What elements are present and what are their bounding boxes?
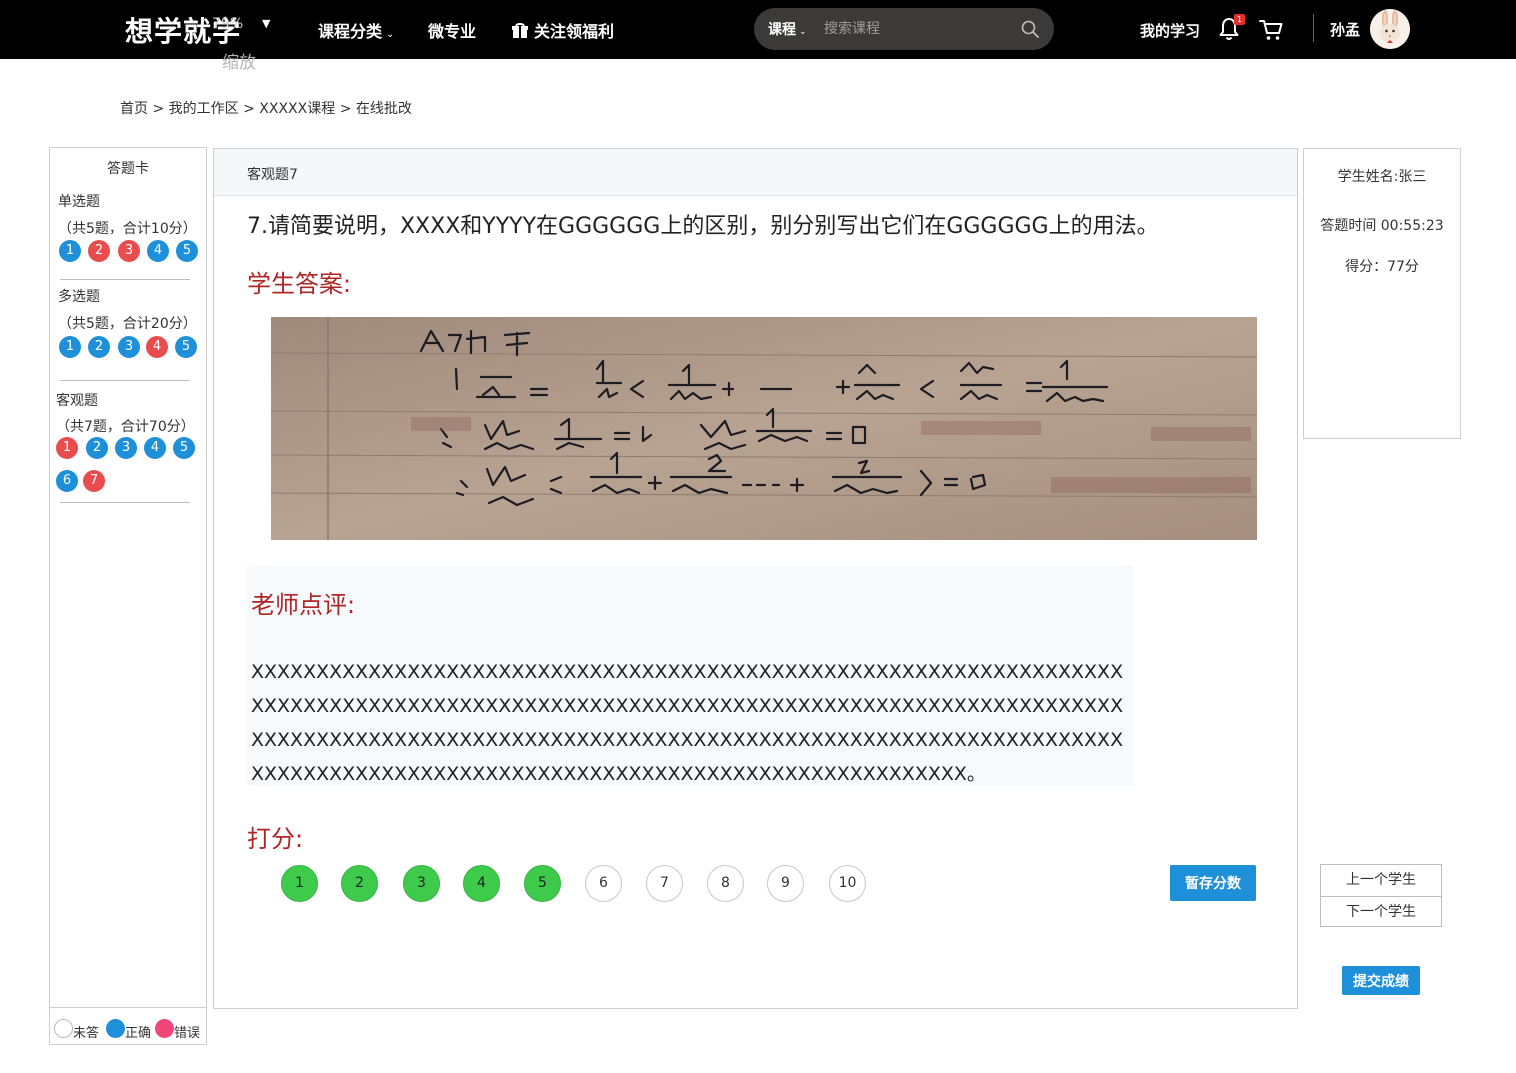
question-number-dot[interactable]: 3: [118, 336, 140, 358]
legend-correct-label: 正确: [125, 1026, 152, 1041]
username[interactable]: 孙孟: [1330, 19, 1360, 40]
score-title: 打分:: [247, 825, 304, 853]
student-answer-title: 学生答案:: [247, 270, 352, 298]
search-icon[interactable]: [1020, 19, 1040, 39]
cart-icon[interactable]: [1258, 18, 1284, 42]
search-bar: 课程 ⌄: [754, 8, 1054, 50]
question-number-dot[interactable]: 1: [56, 437, 78, 459]
nav-course-category-label: 课程分类: [318, 22, 383, 41]
question-header-title: 客观题7: [247, 167, 298, 183]
question-text: 7.请简要说明，XXXX和YYYY在GGGGGG上的区别，别分别写出它们在GGG…: [247, 214, 1159, 239]
score-option[interactable]: 2: [341, 865, 378, 902]
search-category-select[interactable]: 课程 ⌄: [768, 19, 807, 39]
nav-follow-benefits[interactable]: 关注领福利: [512, 18, 614, 42]
breadcrumb-course[interactable]: XXXXX课程: [259, 101, 335, 117]
score-option[interactable]: 9: [767, 865, 804, 902]
question-number-dot[interactable]: 4: [144, 437, 166, 459]
score-option[interactable]: 8: [707, 865, 744, 902]
student-score: 得分：77分: [1345, 259, 1419, 275]
nav-micro-major[interactable]: 微专业: [428, 18, 476, 42]
single-choice-title: 单选题: [58, 194, 100, 210]
score-option[interactable]: 7: [646, 865, 683, 902]
notification-badge: 1: [1234, 14, 1245, 25]
section-divider: [60, 380, 190, 381]
prev-student-button[interactable]: 上一个学生: [1321, 865, 1441, 895]
breadcrumb-workspace[interactable]: 我的工作区: [169, 101, 239, 117]
answer-card-panel: 答题卡 单选题 （共5题，合计10分） 12345 多选题 （共5题，合计20分…: [49, 147, 207, 1045]
nav-follow-benefits-label: 关注领福利: [534, 22, 615, 41]
chevron-down-icon: ⌄: [799, 27, 807, 37]
section-divider: [60, 279, 190, 280]
search-category-label: 课程: [768, 22, 796, 38]
question-number-dot[interactable]: 4: [146, 336, 168, 358]
teacher-comment-text[interactable]: XXXXXXXXXXXXXXXXXXXXXXXXXXXXXXXXXXXXXXXX…: [251, 655, 1131, 791]
student-name: 学生姓名:张三: [1337, 169, 1427, 185]
question-number-dot[interactable]: 1: [59, 336, 81, 358]
nav-course-category[interactable]: 课程分类 ⌄: [318, 18, 394, 42]
question-header: 客观题7: [214, 149, 1297, 196]
question-number-dot[interactable]: 5: [175, 336, 197, 358]
grading-panel: 客观题7 7.请简要说明，XXXX和YYYY在GGGGGG上的区别，别分别写出它…: [213, 148, 1298, 1009]
score-option[interactable]: 5: [524, 865, 561, 902]
breadcrumb-separator: >: [243, 101, 255, 117]
breadcrumb-home[interactable]: 首页: [120, 101, 148, 117]
objective-subtitle: （共7题，合计70分）: [56, 419, 195, 435]
multi-choice-title: 多选题: [58, 289, 100, 305]
student-info-panel: 学生姓名:张三 答题时间 00:55:23 得分：77分: [1303, 148, 1461, 439]
question-number-dot[interactable]: 2: [86, 437, 108, 459]
multi-choice-subtitle: （共5题，合计20分）: [58, 316, 197, 332]
answer-legend: 未答 正确 错误: [50, 1007, 206, 1044]
question-number-dot[interactable]: 2: [88, 240, 110, 262]
teacher-comment-title: 老师点评:: [251, 591, 356, 619]
legend-correct-dot: [106, 1019, 125, 1038]
question-number-dot[interactable]: 7: [83, 470, 105, 492]
score-option[interactable]: 1: [281, 865, 318, 902]
single-choice-subtitle: （共5题，合计10分）: [58, 221, 197, 237]
legend-wrong-label: 错误: [174, 1026, 201, 1041]
score-option[interactable]: 3: [403, 865, 440, 902]
score-option[interactable]: 6: [585, 865, 622, 902]
score-option[interactable]: 10: [829, 865, 866, 902]
question-number-dot[interactable]: 2: [88, 336, 110, 358]
caret-down-icon[interactable]: ▼: [262, 17, 270, 30]
breadcrumb-current: 在线批改: [355, 101, 412, 117]
chevron-down-icon: ⌄: [386, 29, 395, 40]
question-number-dot[interactable]: 3: [118, 240, 140, 262]
objective-title: 客观题: [56, 393, 98, 409]
breadcrumb: 首页 > 我的工作区 > XXXXX课程 > 在线批改: [120, 98, 412, 118]
section-divider: [60, 502, 190, 503]
submit-grades-button[interactable]: 提交成绩: [1342, 966, 1420, 995]
my-learning-link[interactable]: 我的学习: [1140, 20, 1200, 41]
save-score-button[interactable]: 暂存分数: [1170, 865, 1256, 901]
student-nav-group: 上一个学生 下一个学生: [1320, 864, 1442, 927]
gift-icon: [512, 23, 528, 38]
answer-card-title: 答题卡: [107, 161, 149, 177]
breadcrumb-separator: >: [152, 101, 165, 117]
question-number-dot[interactable]: 6: [56, 470, 78, 492]
legend-unanswered-dot: [54, 1019, 73, 1038]
answer-time: 答题时间 00:55:23: [1320, 218, 1444, 234]
question-number-dot[interactable]: 1: [59, 240, 81, 262]
question-number-dot[interactable]: 5: [176, 240, 198, 262]
zoom-label: 缩放: [222, 53, 256, 73]
question-number-dot[interactable]: 3: [115, 437, 137, 459]
header-divider: [1313, 14, 1314, 42]
rabbit-avatar-icon: [1370, 9, 1410, 49]
breadcrumb-separator: >: [339, 101, 352, 117]
question-number-dot[interactable]: 4: [147, 240, 169, 262]
student-answer-image: [271, 317, 1257, 540]
score-option[interactable]: 4: [463, 865, 500, 902]
logo-tip: 79%: [212, 16, 244, 32]
avatar[interactable]: [1370, 9, 1410, 49]
nav-micro-major-label: 微专业: [428, 22, 477, 41]
teacher-comment-box: 老师点评: XXXXXXXXXXXXXXXXXXXXXXXXXXXXXXXXXX…: [247, 565, 1133, 786]
next-student-button[interactable]: 下一个学生: [1321, 896, 1441, 926]
question-number-dot[interactable]: 5: [173, 437, 195, 459]
legend-wrong-dot: [155, 1019, 174, 1038]
search-input[interactable]: [824, 17, 1009, 41]
legend-unanswered-label: 未答: [73, 1026, 100, 1041]
